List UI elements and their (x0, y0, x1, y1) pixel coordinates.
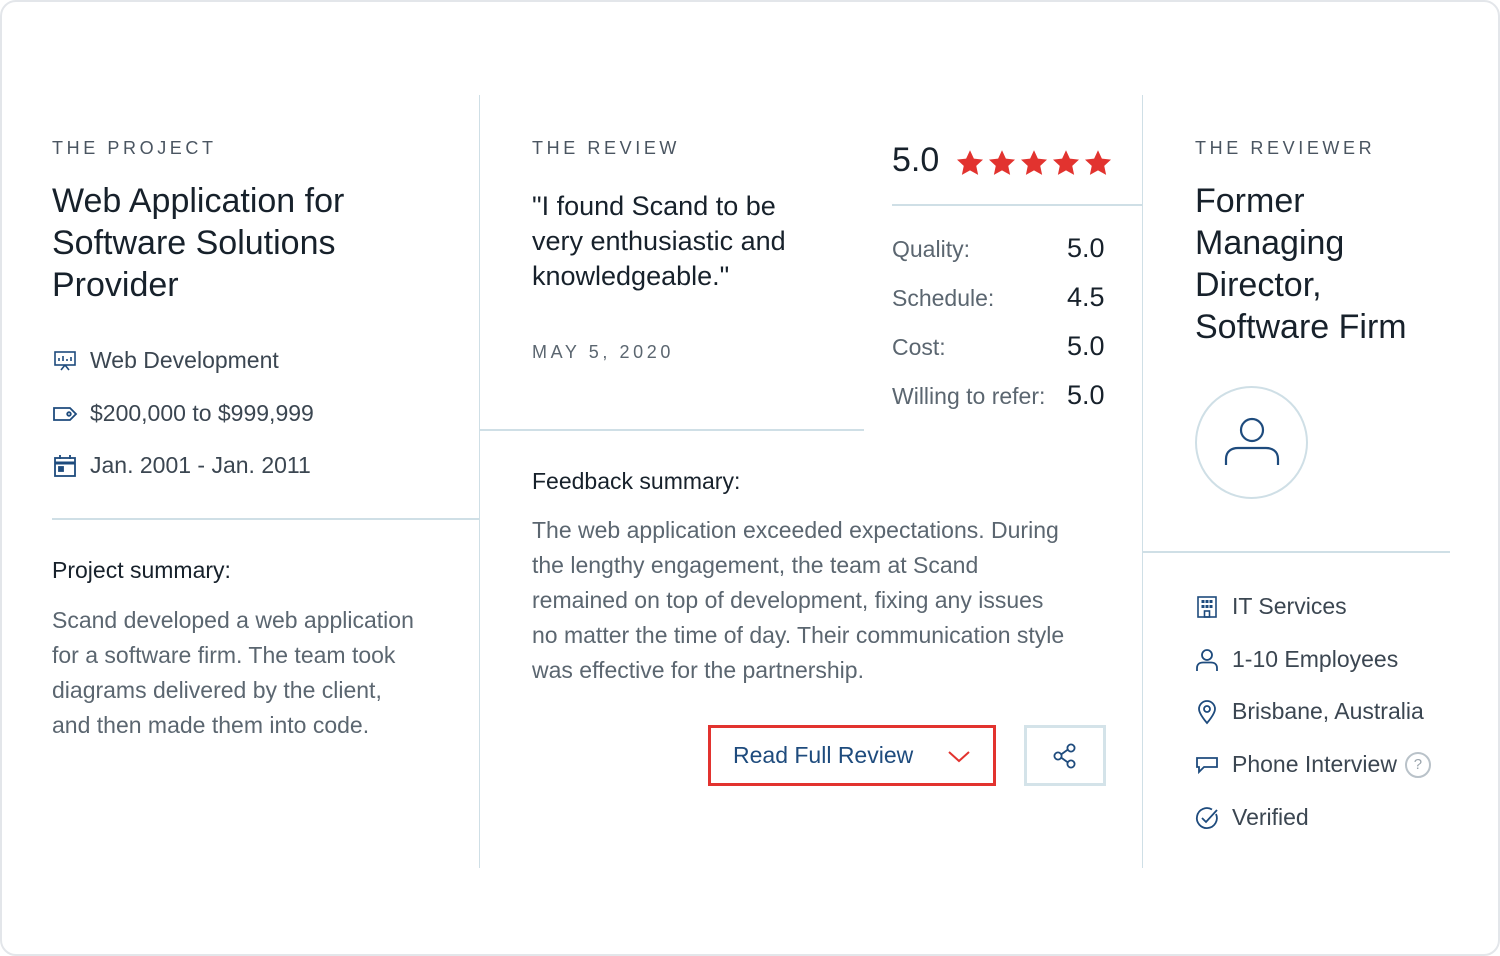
rating-quality-label: Quality: (892, 236, 970, 262)
tag-icon (52, 401, 78, 427)
project-eyebrow: THE PROJECT (52, 138, 217, 158)
presentation-icon (52, 348, 78, 374)
project-service: Web Development (52, 347, 279, 374)
project-summary-heading: Project summary: (52, 557, 231, 583)
map-pin-icon (1194, 699, 1220, 725)
summary-line: for a software firm. The team took (52, 642, 396, 668)
reviewer-verified: Verified (1194, 804, 1309, 831)
chevron-down-icon (948, 751, 970, 763)
summary-line: Scand developed a web application (52, 607, 414, 633)
building-icon (1194, 594, 1220, 620)
star-icon (1021, 150, 1047, 175)
summary-line: and then made them into code. (52, 712, 370, 738)
user-icon (1224, 417, 1279, 465)
reviewer-interview: Phone Interview ? (1194, 751, 1431, 778)
review-quote: "I found Scand to be very enthusiastic a… (532, 189, 786, 294)
column-divider (479, 95, 480, 868)
feedback-heading: Feedback summary: (532, 468, 741, 494)
column-divider (1142, 95, 1143, 868)
share-button[interactable] (1024, 725, 1106, 786)
reviewer-title-line: Managing (1195, 224, 1345, 262)
rating-schedule-label: Schedule: (892, 285, 995, 311)
review-card: THE PROJECT Web Application for Software… (0, 0, 1500, 956)
reviewer-industry: IT Services (1194, 593, 1347, 620)
calendar-icon (52, 453, 78, 479)
reviewer-industry-label: IT Services (1232, 593, 1347, 619)
overall-rating: 5.0 (892, 141, 940, 179)
project-title-line: Software Solutions (52, 224, 336, 262)
read-full-review-label: Read Full Review (733, 742, 914, 768)
project-dates: Jan. 2001 - Jan. 2011 (52, 452, 311, 479)
rating-refer-label: Willing to refer: (892, 383, 1046, 409)
rating-refer-value: 5.0 (1067, 380, 1105, 410)
quote-line: "I found Scand to be (532, 191, 776, 221)
user-icon (1194, 647, 1220, 673)
rating-cost-value: 5.0 (1067, 331, 1105, 361)
review-date: MAY 5, 2020 (532, 342, 675, 362)
summary-line: diagrams delivered by the client, (52, 677, 382, 703)
read-full-review-button[interactable]: Read Full Review (708, 725, 996, 786)
star-icon (957, 150, 983, 175)
star-icon (1085, 150, 1111, 175)
rating-stars (955, 148, 1113, 178)
feedback-line: no matter the time of day. Their communi… (532, 622, 1065, 648)
feedback-text: The web application exceeded expectation… (532, 513, 1064, 688)
project-summary-text: Scand developed a web application for a … (52, 603, 414, 743)
reviewer-title-line: Former (1195, 182, 1305, 220)
project-budget: $200,000 to $999,999 (52, 400, 314, 427)
review-eyebrow: THE REVIEW (532, 138, 681, 158)
reviewer-title: Former Managing Director, Software Firm (1195, 180, 1407, 348)
star-icon (1053, 150, 1079, 175)
section-divider (892, 204, 1142, 206)
reviewer-location: Brisbane, Australia (1194, 698, 1424, 725)
rating-schedule-value: 4.5 (1067, 282, 1105, 312)
reviewer-interview-label: Phone Interview (1232, 751, 1397, 777)
project-budget-label: $200,000 to $999,999 (90, 400, 314, 426)
reviewer-title-line: Software Firm (1195, 308, 1407, 346)
reviewer-size: 1-10 Employees (1194, 646, 1398, 673)
avatar (1195, 386, 1308, 499)
question-mark-icon[interactable]: ? (1404, 751, 1431, 778)
feedback-line: the lengthy engagement, the team at Scan… (532, 552, 979, 578)
project-title-line: Provider (52, 266, 179, 304)
section-divider (52, 518, 479, 520)
feedback-line: remained on top of development, fixing a… (532, 587, 1044, 613)
reviewer-eyebrow: THE REVIEWER (1195, 138, 1376, 158)
reviewer-location-label: Brisbane, Australia (1232, 698, 1424, 724)
reviewer-title-line: Director, (1195, 266, 1322, 304)
reviewer-size-label: 1-10 Employees (1232, 646, 1399, 672)
section-divider (480, 429, 864, 431)
chat-bubble-icon (1194, 752, 1220, 778)
rating-quality-value: 5.0 (1067, 233, 1105, 263)
quote-line: knowledgeable." (532, 261, 730, 291)
section-divider (1143, 551, 1450, 553)
star-icon (989, 150, 1015, 175)
share-icon (1053, 743, 1076, 768)
project-dates-label: Jan. 2001 - Jan. 2011 (90, 452, 311, 478)
feedback-line: was effective for the partnership. (532, 657, 864, 683)
project-service-label: Web Development (90, 347, 279, 373)
reviewer-verified-label: Verified (1232, 804, 1309, 830)
quote-line: very enthusiastic and (532, 226, 786, 256)
check-circle-icon (1194, 805, 1220, 831)
feedback-line: The web application exceeded expectation… (532, 517, 1059, 543)
project-title: Web Application for Software Solutions P… (52, 180, 344, 306)
project-title-line: Web Application for (52, 182, 345, 220)
rating-cost-label: Cost: (892, 334, 946, 360)
